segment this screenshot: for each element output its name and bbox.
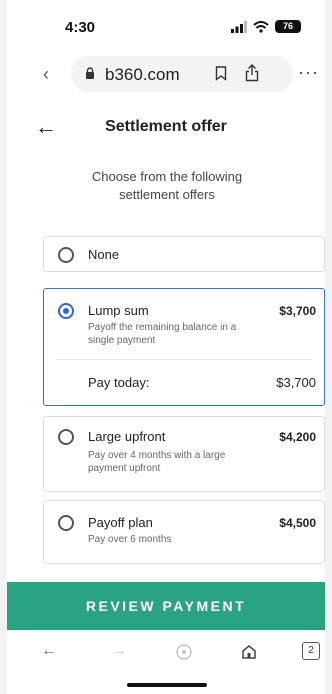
offer-none[interactable]: None [43, 236, 325, 272]
page-subtitle: Choose from the following settlement off… [91, 169, 243, 202]
wifi-icon [253, 20, 269, 33]
phone-screen: 4:30 76 ‹ b360.com ··· ← Settlement offe… [7, 0, 325, 694]
offer-description: Pay over 4 months with a large payment u… [88, 450, 226, 474]
home-icon[interactable] [241, 644, 257, 660]
signal-icon [231, 20, 247, 33]
status-time: 4:30 [65, 19, 96, 36]
browser-bar: ‹ b360.com ··· [7, 52, 325, 96]
browser-bottom-nav: ← → 2 [7, 634, 325, 674]
radio-button-selected[interactable] [58, 303, 74, 319]
assistant-icon[interactable] [175, 643, 193, 661]
browser-back-icon[interactable]: ‹ [43, 64, 49, 85]
radio-button[interactable] [58, 429, 74, 445]
pay-today-value: $3,700 [276, 375, 316, 390]
offer-amount: $4,200 [279, 430, 316, 444]
offer-amount: $4,500 [279, 516, 316, 530]
page-header: ← Settlement offer [7, 108, 325, 148]
offer-payoff-plan[interactable]: Payoff plan $4,500 Pay over 6 months [43, 500, 325, 564]
review-payment-button[interactable]: REVIEW PAYMENT [7, 582, 325, 630]
offer-large-upfront[interactable]: Large upfront $4,200 Pay over 4 months w… [43, 416, 325, 492]
offer-lump-sum[interactable]: Lump sum $3,700 Payoff the remaining bal… [43, 288, 325, 406]
offer-label: Large upfront [88, 429, 166, 444]
offer-amount: $3,700 [279, 304, 316, 318]
divider [56, 359, 312, 360]
nav-back-icon[interactable]: ← [41, 642, 57, 660]
status-bar: 4:30 76 [7, 0, 325, 46]
status-icons: 76 [231, 20, 301, 33]
bookmark-icon[interactable] [215, 66, 227, 81]
pay-today-label: Pay today: [88, 375, 150, 390]
radio-button[interactable] [58, 515, 74, 531]
offer-label: Lump sum [88, 303, 149, 318]
offer-label: Payoff plan [88, 515, 153, 530]
more-options-icon[interactable]: ··· [298, 62, 319, 83]
radio-button[interactable] [58, 247, 74, 263]
tabs-icon[interactable]: 2 [302, 642, 320, 660]
share-icon[interactable] [245, 64, 259, 82]
offer-description: Payoff the remaining balance in a single… [88, 322, 237, 346]
address-bar[interactable]: b360.com [71, 56, 293, 92]
offer-label: None [88, 247, 120, 262]
page-title: Settlement offer [105, 118, 227, 135]
url-text: b360.com [105, 65, 180, 84]
home-indicator [127, 683, 207, 687]
battery-icon: 76 [275, 20, 301, 33]
nav-forward-icon[interactable]: → [111, 642, 127, 660]
offer-description: Pay over 6 months [88, 534, 172, 545]
lock-icon [86, 67, 94, 79]
